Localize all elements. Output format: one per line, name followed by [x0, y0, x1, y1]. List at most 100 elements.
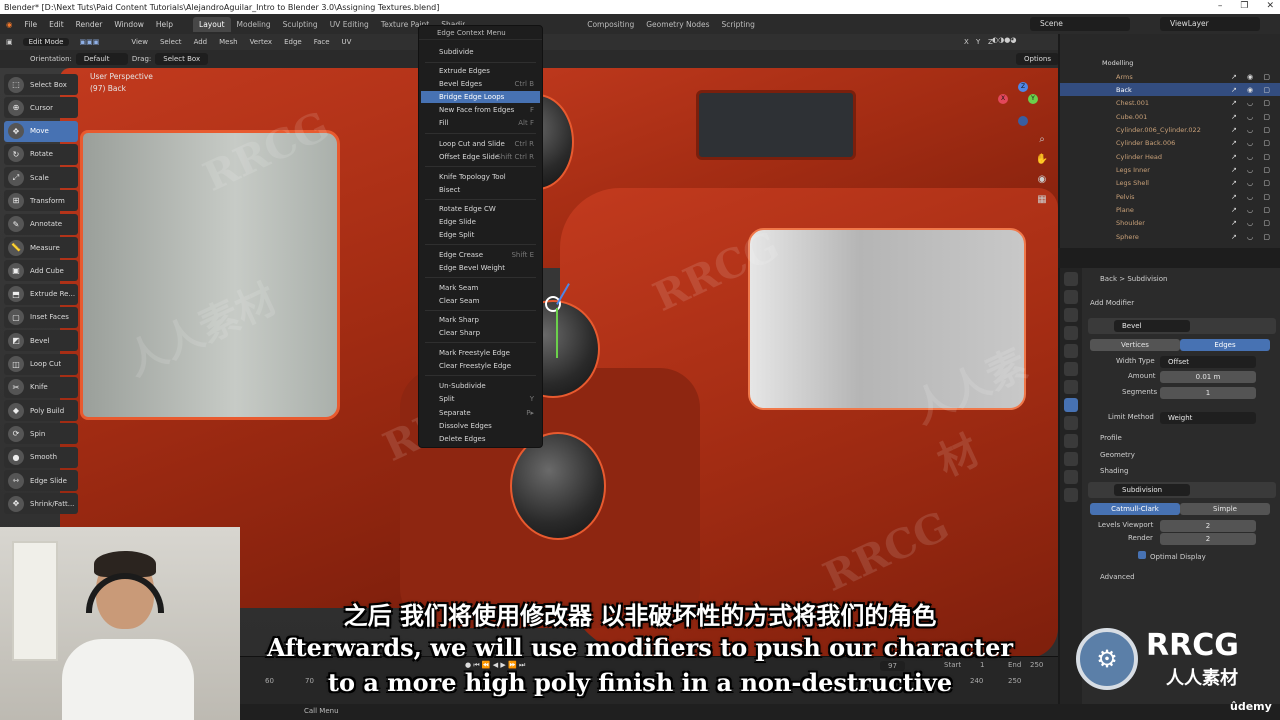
tool-poly-build[interactable]: ◆ Poly Build — [4, 400, 78, 422]
menu-render[interactable]: Render — [70, 20, 109, 29]
tab-uv-editing[interactable]: UV Editing — [324, 17, 375, 32]
render-tab-icon[interactable] — [1064, 290, 1078, 304]
menu-item-rotate-edge-cw[interactable]: Rotate Edge CW — [421, 203, 540, 215]
outliner-item[interactable]: Legs Inner ↗ ◡ ▢ — [1060, 163, 1280, 176]
tool-scale[interactable]: ⤢ Scale — [4, 167, 78, 189]
menu-item-offset-edge-slide[interactable]: Offset Edge Slide Shift Ctrl R — [421, 151, 540, 163]
menu-select[interactable]: Select — [154, 38, 188, 46]
tab-sculpting[interactable]: Sculpting — [277, 17, 324, 32]
render-levels-field[interactable]: 2 — [1160, 533, 1256, 545]
output-tab-icon[interactable] — [1064, 308, 1078, 322]
menu-window[interactable]: Window — [108, 20, 150, 29]
menu-edit[interactable]: Edit — [43, 20, 70, 29]
menu-item-edge-bevel-weight[interactable]: Edge Bevel Weight — [421, 262, 540, 274]
modifier-tab-icon[interactable] — [1064, 398, 1078, 412]
bevel-tab-edges[interactable]: Edges — [1180, 339, 1270, 351]
menu-item-extrude-edges[interactable]: Extrude Edges — [421, 65, 540, 77]
tool-tab-icon[interactable] — [1064, 272, 1078, 286]
pan-hand-icon[interactable]: ✋ — [1034, 150, 1050, 170]
menu-item-mark-freestyle-edge[interactable]: Mark Freestyle Edge — [421, 347, 540, 359]
visibility-icons[interactable]: ↗ ◉ ▢ — [1231, 86, 1274, 94]
visibility-icons[interactable]: ↗ ◡ ▢ — [1231, 113, 1274, 121]
grid-icon[interactable]: ▦ — [1034, 190, 1050, 210]
menu-item-bridge-edge-loops[interactable]: Bridge Edge Loops — [421, 91, 540, 103]
physics-tab-icon[interactable] — [1064, 434, 1078, 448]
options-dropdown[interactable]: Options — [1016, 53, 1060, 65]
width-type-dropdown[interactable]: Offset — [1160, 356, 1256, 368]
tool-extrude[interactable]: ⬒ Extrude Re... — [4, 283, 78, 305]
minimize-button[interactable]: – — [1218, 1, 1223, 11]
tool-knife[interactable]: ✂ Knife — [4, 376, 78, 398]
menu-item-un-subdivide[interactable]: Un-Subdivide — [421, 380, 540, 392]
tool-edge-slide[interactable]: ⇿ Edge Slide — [4, 470, 78, 492]
menu-item-edge-slide[interactable]: Edge Slide — [421, 216, 540, 228]
scene-selector[interactable]: Scene — [1030, 17, 1130, 31]
tool-move[interactable]: ✥ Move — [4, 120, 78, 142]
tool-shrink-fatten[interactable]: ✥ Shrink/Fatt... — [4, 493, 78, 515]
visibility-icons[interactable]: ↗ ◡ ▢ — [1231, 219, 1274, 227]
tab-simple[interactable]: Simple — [1180, 503, 1270, 515]
menu-item-edge-crease[interactable]: Edge Crease Shift E — [421, 249, 540, 261]
visibility-icons[interactable]: ↗ ◡ ▢ — [1231, 126, 1274, 134]
menu-item-knife-topology-tool[interactable]: Knife Topology Tool — [421, 171, 540, 183]
menu-face[interactable]: Face — [308, 38, 336, 46]
limit-method-dropdown[interactable]: Weight — [1160, 412, 1256, 424]
menu-add[interactable]: Add — [188, 38, 214, 46]
shading-mode-icons[interactable]: ◐◑●◕ — [986, 36, 1022, 44]
tool-bevel[interactable]: ◩ Bevel — [4, 330, 78, 352]
visibility-icons[interactable]: ↗ ◡ ▢ — [1231, 233, 1274, 241]
zoom-icon[interactable]: ⌕ — [1034, 130, 1050, 150]
outliner-item[interactable]: Cylinder.006_Cylinder.022 ↗ ◡ ▢ — [1060, 123, 1280, 136]
outliner-item[interactable]: Cylinder Back.006 ↗ ◡ ▢ — [1060, 136, 1280, 149]
levels-viewport-field[interactable]: 2 — [1160, 520, 1256, 532]
tab-compositing[interactable]: Compositing — [581, 17, 640, 32]
menu-item-mark-seam[interactable]: Mark Seam — [421, 282, 540, 294]
menu-file[interactable]: File — [19, 20, 44, 29]
menu-edge[interactable]: Edge — [278, 38, 308, 46]
view-layer-selector[interactable]: ViewLayer — [1160, 17, 1260, 31]
tab-layout[interactable]: Layout — [193, 16, 231, 32]
segments-field[interactable]: 1 — [1160, 387, 1256, 399]
menu-item-clear-sharp[interactable]: Clear Sharp — [421, 327, 540, 339]
tool-inset-faces[interactable]: ▢ Inset Faces — [4, 306, 78, 328]
menu-item-delete-edges[interactable]: Delete Edges — [421, 433, 540, 445]
outliner-item[interactable]: Arms ↗ ◉ ▢ — [1060, 70, 1280, 83]
menu-item-new-face-from-edges[interactable]: New Face from Edges F — [421, 104, 540, 116]
object-tab-icon[interactable] — [1064, 380, 1078, 394]
gizmo-neg-z-icon[interactable] — [1018, 116, 1028, 126]
close-button[interactable]: ✕ — [1266, 1, 1274, 11]
menu-item-separate[interactable]: Separate P▸ — [421, 407, 540, 419]
profile-section[interactable]: Profile — [1100, 434, 1122, 442]
outliner-item[interactable]: Chest.001 ↗ ◡ ▢ — [1060, 96, 1280, 109]
menu-vertex[interactable]: Vertex — [244, 38, 279, 46]
gizmo-x-icon[interactable]: X — [998, 94, 1008, 104]
mode-dropdown[interactable]: Edit Mode — [22, 38, 70, 46]
gizmo-y-icon[interactable]: Y — [1028, 94, 1038, 104]
geometry-section[interactable]: Geometry — [1100, 451, 1135, 459]
outliner-item[interactable]: Shoulder ↗ ◡ ▢ — [1060, 216, 1280, 229]
tab-modeling[interactable]: Modeling — [231, 17, 277, 32]
visibility-icons[interactable]: ↗ ◡ ▢ — [1231, 166, 1274, 174]
visibility-icons[interactable]: ↗ ◡ ▢ — [1231, 153, 1274, 161]
tool-transform[interactable]: ⊞ Transform — [4, 190, 78, 212]
tab-catmull-clark[interactable]: Catmull-Clark — [1090, 503, 1180, 515]
tool-cursor[interactable]: ⊕ Cursor — [4, 97, 78, 119]
maximize-button[interactable]: ❐ — [1240, 1, 1248, 11]
add-modifier-button[interactable]: Add Modifier — [1090, 299, 1134, 307]
bevel-modifier-name[interactable]: Bevel — [1114, 320, 1190, 332]
tool-spin[interactable]: ⟳ Spin — [4, 423, 78, 445]
tool-measure[interactable]: 📏 Measure — [4, 237, 78, 259]
menu-item-fill[interactable]: Fill Alt F — [421, 117, 540, 129]
visibility-icons[interactable]: ↗ ◡ ▢ — [1231, 139, 1274, 147]
visibility-icons[interactable]: ↗ ◡ ▢ — [1231, 179, 1274, 187]
data-tab-icon[interactable] — [1064, 470, 1078, 484]
editor-type-icon[interactable]: ▣ — [0, 38, 19, 46]
tool-add-cube[interactable]: ▣ Add Cube — [4, 260, 78, 282]
outliner-item[interactable]: Cylinder Head ↗ ◡ ▢ — [1060, 150, 1280, 163]
tool-select-box[interactable]: ⬚ Select Box — [4, 74, 78, 95]
menu-item-bevel-edges[interactable]: Bevel Edges Ctrl B — [421, 78, 540, 90]
amount-field[interactable]: 0.01 m — [1160, 371, 1256, 383]
gizmo-y-arrow[interactable] — [556, 308, 558, 358]
menu-item-clear-freestyle-edge[interactable]: Clear Freestyle Edge — [421, 360, 540, 372]
gizmo-z-icon[interactable]: Z — [1018, 82, 1028, 92]
